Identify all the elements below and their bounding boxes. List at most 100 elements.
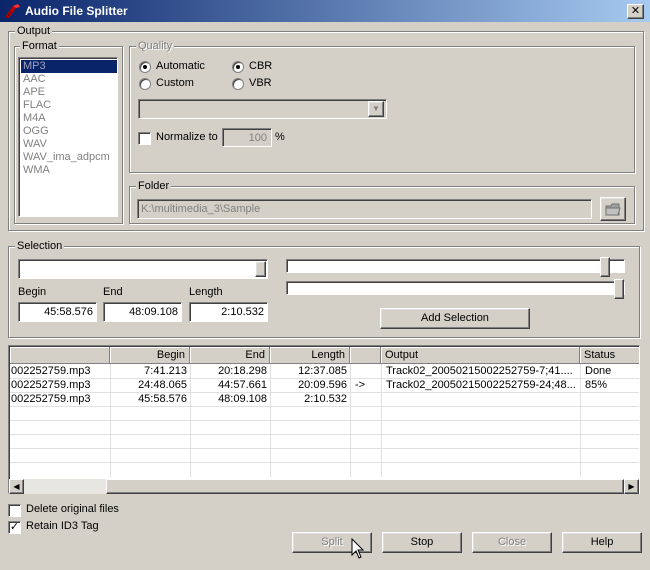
format-item-wav-ima-adpcm[interactable]: WAV_ima_adpcm xyxy=(21,151,117,164)
app-icon xyxy=(5,4,20,19)
mouse-cursor-icon xyxy=(351,538,365,559)
column-header-arrow[interactable] xyxy=(350,347,381,364)
cell-output: Track02_20050215002252759-7;41.... xyxy=(386,365,573,377)
column-header-end[interactable]: End xyxy=(190,347,270,364)
add-selection-button[interactable]: Add Selection xyxy=(380,308,530,329)
column-header-length[interactable]: Length xyxy=(270,347,350,364)
position-slider[interactable] xyxy=(286,257,625,277)
cell-file: 002252759.mp3 xyxy=(11,365,91,377)
cbr-radio[interactable] xyxy=(232,61,244,73)
cell-begin: 24:48.065 xyxy=(138,379,187,391)
vbr-radio[interactable] xyxy=(232,78,244,90)
grid-line xyxy=(10,448,639,449)
title-bar: Audio File Splitter ✕ xyxy=(0,0,650,22)
format-item-ape[interactable]: APE xyxy=(21,86,117,99)
column-header-output[interactable]: Output xyxy=(381,347,580,364)
chevron-left-icon: ◀ xyxy=(13,482,20,491)
radio-selected-dot xyxy=(236,65,240,69)
close-window-button[interactable]: ✕ xyxy=(627,4,644,19)
selection-range-bar[interactable] xyxy=(18,259,268,279)
chevron-down-icon: ▼ xyxy=(372,104,380,113)
cell-status: 85% xyxy=(585,379,608,391)
end-label: End xyxy=(103,286,123,298)
automatic-label: Automatic xyxy=(156,60,205,72)
selection-group-label: Selection xyxy=(15,240,65,252)
format-item-aac[interactable]: AAC xyxy=(21,73,117,86)
format-item-wma[interactable]: WMA xyxy=(21,164,117,177)
column-header-status[interactable]: Status xyxy=(580,347,639,364)
cell-arrow xyxy=(350,365,381,378)
cell-length: 20:09.596 xyxy=(298,379,347,391)
cell-arrow xyxy=(350,393,381,406)
automatic-radio[interactable] xyxy=(139,61,151,73)
dropdown-arrow-button[interactable]: ▼ xyxy=(368,101,384,117)
radio-selected-dot xyxy=(143,65,147,69)
cell-file: 002252759.mp3 xyxy=(11,379,91,391)
folder-path-field[interactable]: K:\multimedia_3\Sample xyxy=(137,199,592,219)
end-slider-thumb[interactable] xyxy=(614,279,624,299)
format-item-flac[interactable]: FLAC xyxy=(21,99,117,112)
percent-label: % xyxy=(275,131,285,143)
cell-file: 002252759.mp3 xyxy=(11,393,91,405)
end-field[interactable]: 48:09.108 xyxy=(103,302,182,322)
output-group-label: Output xyxy=(15,25,53,37)
cell-output xyxy=(381,393,580,406)
scroll-right-button[interactable]: ▶ xyxy=(624,479,639,494)
folder-group-label: Folder xyxy=(136,180,172,192)
normalize-value-field[interactable]: 100 xyxy=(222,128,272,147)
format-list[interactable]: MP3 AAC APE FLAC M4A OGG WAV WAV_ima_adp… xyxy=(18,57,118,217)
results-table[interactable]: Begin End Length Output Status 002252759… xyxy=(8,345,640,494)
cell-begin: 7:41.213 xyxy=(144,365,187,377)
grid-line xyxy=(10,462,639,463)
cell-end: 48:09.108 xyxy=(218,393,267,405)
length-label: Length xyxy=(189,286,223,298)
begin-value: 45:58.576 xyxy=(44,306,93,318)
cell-end: 44:57.661 xyxy=(218,379,267,391)
normalize-label: Normalize to xyxy=(156,131,218,143)
end-value: 48:09.108 xyxy=(129,306,178,318)
begin-label: Begin xyxy=(18,286,47,298)
delete-original-label: Delete original files xyxy=(26,503,119,515)
folder-icon xyxy=(605,203,621,216)
grid-line xyxy=(10,434,639,435)
cell-end: 20:18.298 xyxy=(218,365,267,377)
scrollbar-thumb[interactable] xyxy=(106,479,624,494)
cell-status xyxy=(580,393,639,406)
normalize-checkbox[interactable] xyxy=(138,132,151,145)
horizontal-scrollbar[interactable]: ◀ ▶ xyxy=(9,479,639,494)
stop-button[interactable]: Stop xyxy=(382,532,462,553)
delete-original-checkbox[interactable] xyxy=(8,504,21,517)
end-slider[interactable] xyxy=(286,279,625,299)
format-item-wav[interactable]: WAV xyxy=(21,138,117,151)
custom-label: Custom xyxy=(156,77,194,89)
position-slider-thumb[interactable] xyxy=(600,257,610,277)
grid-line xyxy=(10,406,639,407)
length-value: 2:10.532 xyxy=(221,306,264,318)
chevron-right-icon: ▶ xyxy=(628,482,635,491)
window-title: Audio File Splitter xyxy=(25,4,128,18)
cell-length: 2:10.532 xyxy=(304,393,347,405)
scroll-left-button[interactable]: ◀ xyxy=(9,479,24,494)
length-field[interactable]: 2:10.532 xyxy=(189,302,268,322)
format-item-ogg[interactable]: OGG xyxy=(21,125,117,138)
retain-id3-label: Retain ID3 Tag xyxy=(26,520,99,532)
bitrate-dropdown[interactable]: ▼ xyxy=(138,99,387,119)
cbr-label: CBR xyxy=(249,60,273,72)
quality-group-label: Quality xyxy=(136,40,175,52)
column-header-file[interactable] xyxy=(10,347,110,364)
close-icon: ✕ xyxy=(630,5,641,17)
browse-folder-button[interactable] xyxy=(600,197,626,221)
begin-field[interactable]: 45:58.576 xyxy=(18,302,97,322)
column-header-begin[interactable]: Begin xyxy=(110,347,190,364)
cell-arrow: -> xyxy=(355,379,366,391)
retain-id3-checkbox[interactable]: ✓ xyxy=(8,521,21,534)
help-button[interactable]: Help xyxy=(562,532,642,553)
normalize-value: 100 xyxy=(248,132,267,144)
checkmark-icon: ✓ xyxy=(9,521,20,533)
format-item-mp3[interactable]: MP3 xyxy=(21,60,117,73)
range-end-handle[interactable] xyxy=(255,261,266,277)
grid-line xyxy=(10,420,639,421)
format-item-m4a[interactable]: M4A xyxy=(21,112,117,125)
custom-radio[interactable] xyxy=(139,78,151,90)
close-button[interactable]: Close xyxy=(472,532,552,553)
